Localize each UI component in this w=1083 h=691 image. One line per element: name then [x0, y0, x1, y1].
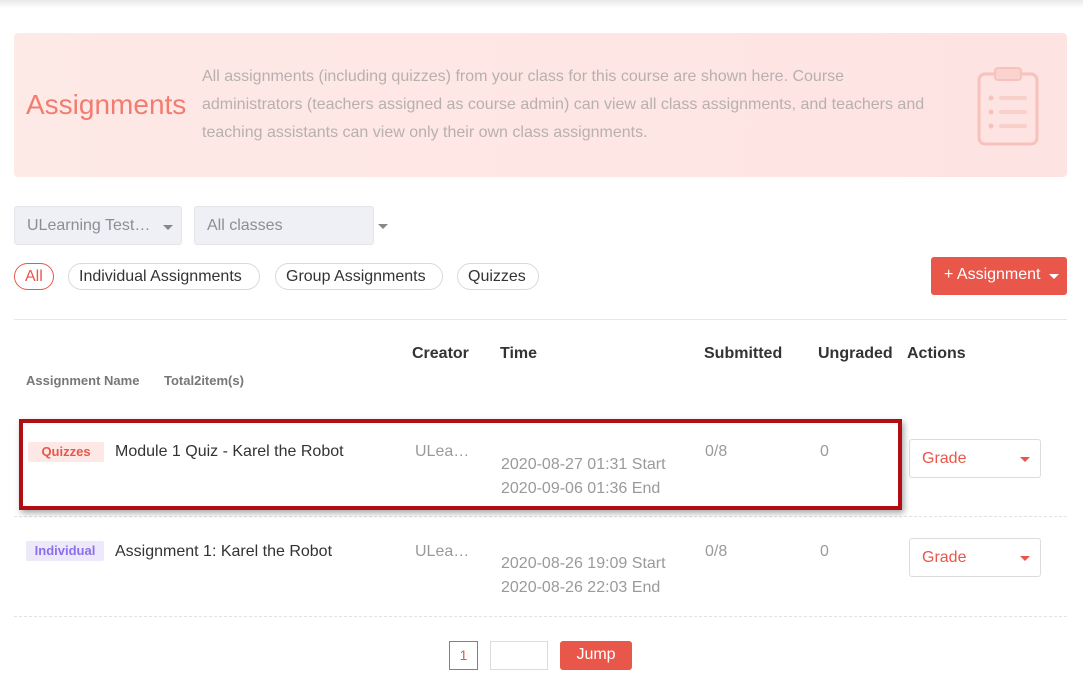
- jump-page-input[interactable]: [490, 641, 548, 670]
- tab-all[interactable]: All: [14, 263, 54, 290]
- add-assignment-label: + Assignment: [944, 266, 1041, 283]
- grade-dropdown[interactable]: Grade: [909, 538, 1041, 577]
- chevron-down-icon: [1049, 274, 1059, 279]
- banner-description: All assignments (including quizzes) from…: [202, 68, 925, 141]
- chevron-down-icon[interactable]: [378, 224, 388, 229]
- individual-tag: Individual: [26, 541, 104, 561]
- class-select-value: All classes: [207, 217, 283, 234]
- header-divider: [14, 319, 1067, 320]
- jump-button[interactable]: Jump: [560, 641, 632, 670]
- tab-quizzes[interactable]: Quizzes: [457, 263, 539, 290]
- ungraded-count: 0: [820, 543, 829, 560]
- add-assignment-button[interactable]: + Assignment: [931, 257, 1067, 295]
- assignments-banner: Assignments All assignments (including q…: [14, 33, 1067, 177]
- grade-dropdown[interactable]: Grade: [909, 439, 1041, 478]
- highlight-box: [19, 419, 902, 510]
- clipboard-icon: [975, 66, 1041, 151]
- column-header-time: Time: [500, 345, 538, 362]
- class-select[interactable]: All classes: [194, 206, 374, 245]
- assignment-name[interactable]: Assignment 1: Karel the Robot: [115, 543, 332, 561]
- page-title: Assignments: [26, 89, 187, 120]
- pagination-current-page[interactable]: 1: [449, 641, 478, 670]
- tab-group-assignments[interactable]: Group Assignments: [275, 263, 443, 290]
- creator: ULea…: [415, 543, 470, 560]
- start-time: 2020-08-26 19:09 Start: [501, 555, 666, 572]
- column-header-actions: Actions: [907, 345, 966, 362]
- tab-individual-assignments[interactable]: Individual Assignments: [68, 263, 260, 290]
- row-divider: [14, 616, 1067, 617]
- end-time: 2020-08-26 22:03 End: [501, 579, 661, 596]
- submitted-count: 0/8: [705, 543, 728, 560]
- chevron-down-icon: [163, 225, 173, 230]
- top-shadow: [0, 0, 1083, 8]
- chevron-down-icon: [1020, 556, 1030, 561]
- column-header-name: Assignment Name: [26, 373, 140, 388]
- row-divider: [14, 516, 1067, 517]
- course-select-value: ULearning Test…: [27, 217, 151, 234]
- column-header-submitted: Submitted: [704, 345, 783, 362]
- column-header-creator: Creator: [412, 345, 469, 362]
- total-count: Total2item(s): [164, 373, 244, 388]
- grade-label: Grade: [922, 450, 967, 467]
- chevron-down-icon: [1020, 457, 1030, 462]
- grade-label: Grade: [922, 549, 967, 566]
- column-header-ungraded: Ungraded: [818, 345, 893, 362]
- course-select[interactable]: ULearning Test…: [14, 206, 182, 245]
